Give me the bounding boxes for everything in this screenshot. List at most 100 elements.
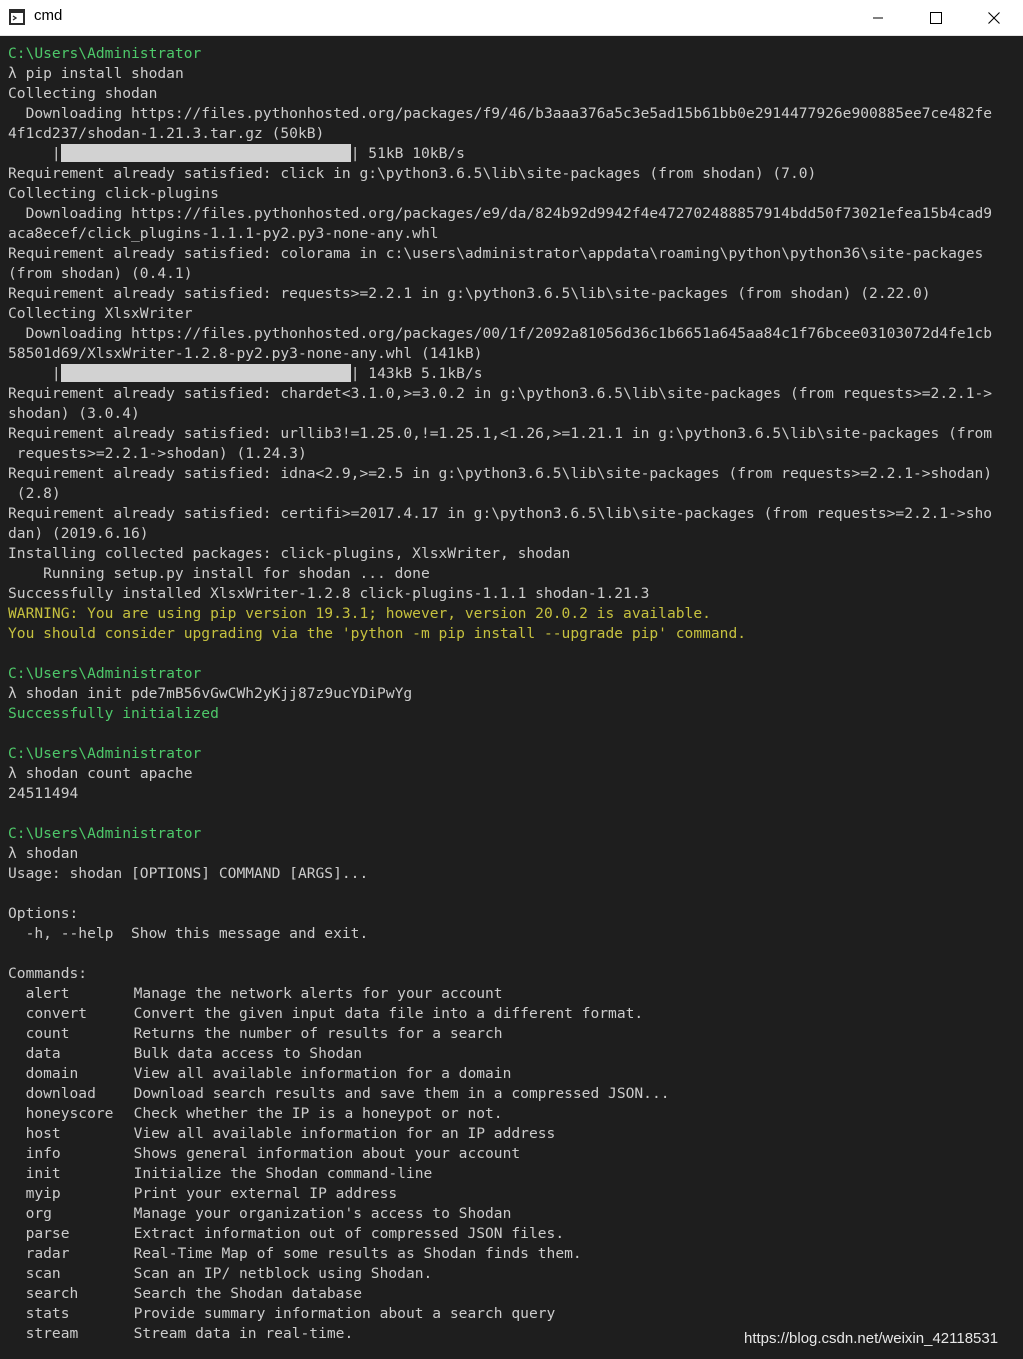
command-name: host	[25, 1125, 61, 1142]
command-name: count	[25, 1025, 70, 1042]
command-description: Returns the number of results for a sear…	[133, 1025, 503, 1042]
command-name: honeyscore	[25, 1105, 114, 1122]
output-line: Collecting click-plugins	[8, 185, 219, 202]
maximize-button[interactable]	[907, 0, 965, 35]
command-description: Check whether the IP is a honeypot or no…	[133, 1105, 503, 1122]
output-line: shodan) (3.0.4)	[8, 405, 140, 422]
output-line: Installing collected packages: click-plu…	[8, 545, 571, 562]
progress-status: | 143kB 5.1kB/s	[350, 365, 483, 382]
command-name: data	[25, 1045, 61, 1062]
progress-prefix: |	[8, 145, 61, 162]
progress-bar	[60, 364, 351, 382]
command-list-item: domain View all available information for…	[8, 1064, 1020, 1084]
command-description: Convert the given input data file into a…	[133, 1005, 644, 1022]
command-list-item: scan Scan an IP/ netblock using Shodan.	[8, 1264, 1020, 1284]
output-line: Requirement already satisfied: urllib3!=…	[8, 425, 993, 442]
progress-line: | | 143kB 5.1kB/s	[8, 364, 1020, 384]
command-list-item: download Download search results and save…	[8, 1084, 1020, 1104]
prompt-symbol: λ	[8, 845, 17, 862]
command-text: shodan count apache	[25, 765, 193, 782]
command-text: pip install shodan	[25, 65, 184, 82]
command-name: convert	[25, 1005, 88, 1022]
command-description: Manage the network alerts for your accou…	[133, 985, 503, 1002]
output-line: Running setup.py install for shodan ... …	[8, 565, 430, 582]
console-output[interactable]: C:\Users\Administrator λ pip install shod…	[8, 44, 1020, 1344]
command-description: Print your external IP address	[133, 1185, 398, 1202]
prompt-path-line: C:\Users\Administrator	[8, 44, 1020, 64]
output-line: Downloading https://files.pythonhosted.o…	[8, 205, 993, 222]
output-line: Commands:	[8, 965, 88, 982]
output-line: Requirement already satisfied: colorama …	[8, 245, 984, 262]
close-button[interactable]	[965, 0, 1023, 35]
output-line: (from shodan) (0.4.1)	[8, 265, 193, 282]
command-description: Shows general information about your acc…	[133, 1145, 521, 1162]
output-line: 4f1cd237/shodan-1.21.3.tar.gz (50kB)	[8, 125, 325, 142]
output-line: Requirement already satisfied: requests>…	[8, 285, 931, 302]
output-line: Requirement already satisfied: idna<2.9,…	[8, 465, 993, 482]
command-text: shodan	[25, 845, 79, 862]
prompt-path: C:\Users\Administrator	[8, 745, 202, 762]
title-bar[interactable]: cmd	[0, 0, 1023, 36]
command-description: Download search results and save them in…	[133, 1085, 670, 1102]
success-line: Successfully initialized	[8, 705, 219, 722]
command-description: View all available information for a dom…	[133, 1065, 512, 1082]
command-description: Scan an IP/ netblock using Shodan.	[133, 1265, 433, 1282]
warning-line: WARNING: You are using pip version 19.3.…	[8, 605, 711, 622]
command-list-item: count Returns the number of results for a…	[8, 1024, 1020, 1044]
output-line: Requirement already satisfied: click in …	[8, 165, 817, 182]
command-name: domain	[25, 1065, 79, 1082]
warning-line: You should consider upgrading via the 'p…	[8, 625, 747, 642]
output-line: Requirement already satisfied: certifi>=…	[8, 505, 993, 522]
watermark-text: https://blog.csdn.net/weixin_42118531	[744, 1330, 999, 1347]
output-line: aca8ecef/click_plugins-1.1.1-py2.py3-non…	[8, 225, 439, 242]
console-app-icon	[9, 9, 25, 25]
maximize-icon	[930, 11, 942, 24]
output-line: requests>=2.2.1->shodan) (1.24.3)	[8, 445, 307, 462]
minimize-icon	[873, 17, 883, 18]
command-description: Search the Shodan database	[133, 1285, 363, 1302]
command-name: scan	[25, 1265, 61, 1282]
command-name: info	[25, 1145, 61, 1162]
prompt-path-line: C:\Users\Administrator	[8, 664, 1020, 684]
close-icon	[988, 11, 1000, 24]
command-description: Extract information out of compressed JS…	[133, 1225, 565, 1242]
output-line: (2.8)	[8, 485, 61, 502]
output-line: Downloading https://files.pythonhosted.o…	[8, 325, 993, 342]
command-line: λ shodan	[8, 844, 1020, 864]
output-line: Collecting shodan	[8, 85, 158, 102]
command-line: λ shodan count apache	[8, 764, 1020, 784]
command-list-item: search Search the Shodan database	[8, 1284, 1020, 1304]
minimize-button[interactable]	[849, 0, 907, 35]
command-list-item: host View all available information for a…	[8, 1124, 1020, 1144]
output-line: 58501d69/XlsxWriter-1.2.8-py2.py3-none-a…	[8, 345, 483, 362]
progress-status: | 51kB 10kB/s	[350, 145, 465, 162]
output-line: 24511494	[8, 785, 79, 802]
command-description: Manage your organization's access to Sho…	[133, 1205, 512, 1222]
window-title: cmd	[34, 7, 63, 24]
output-line: Usage: shodan [OPTIONS] COMMAND [ARGS]..…	[8, 865, 369, 882]
command-name: stats	[25, 1305, 70, 1322]
command-list-item: info Shows general information about your…	[8, 1144, 1020, 1164]
command-description: Real-Time Map of some results as Shodan …	[133, 1245, 582, 1262]
command-list-item: honeyscore Check whether the IP is a hone…	[8, 1104, 1020, 1124]
command-description: View all available information for an IP…	[133, 1125, 556, 1142]
command-description: Stream data in real-time.	[133, 1325, 354, 1342]
output-line: -h, --help Show this message and exit.	[8, 925, 369, 942]
command-list-item: init Initialize the Shodan command-line	[8, 1164, 1020, 1184]
command-list-item: parse Extract information out of compress…	[8, 1224, 1020, 1244]
prompt-path-line: C:\Users\Administrator	[8, 824, 1020, 844]
command-description: Provide summary information about a sear…	[133, 1305, 556, 1322]
output-line: Downloading https://files.pythonhosted.o…	[8, 105, 993, 122]
output-line: dan) (2019.6.16)	[8, 525, 149, 542]
command-list-item: org Manage your organization's access to …	[8, 1204, 1020, 1224]
command-list-item: myip Print your external IP address	[8, 1184, 1020, 1204]
command-description: Initialize the Shodan command-line	[133, 1165, 433, 1182]
command-description: Bulk data access to Shodan	[133, 1045, 363, 1062]
command-list-item: alert Manage the network alerts for your …	[8, 984, 1020, 1004]
command-name: alert	[25, 985, 70, 1002]
command-list-item: data Bulk data access to Shodan	[8, 1044, 1020, 1064]
command-name: org	[25, 1205, 52, 1222]
prompt-path: C:\Users\Administrator	[8, 825, 202, 842]
